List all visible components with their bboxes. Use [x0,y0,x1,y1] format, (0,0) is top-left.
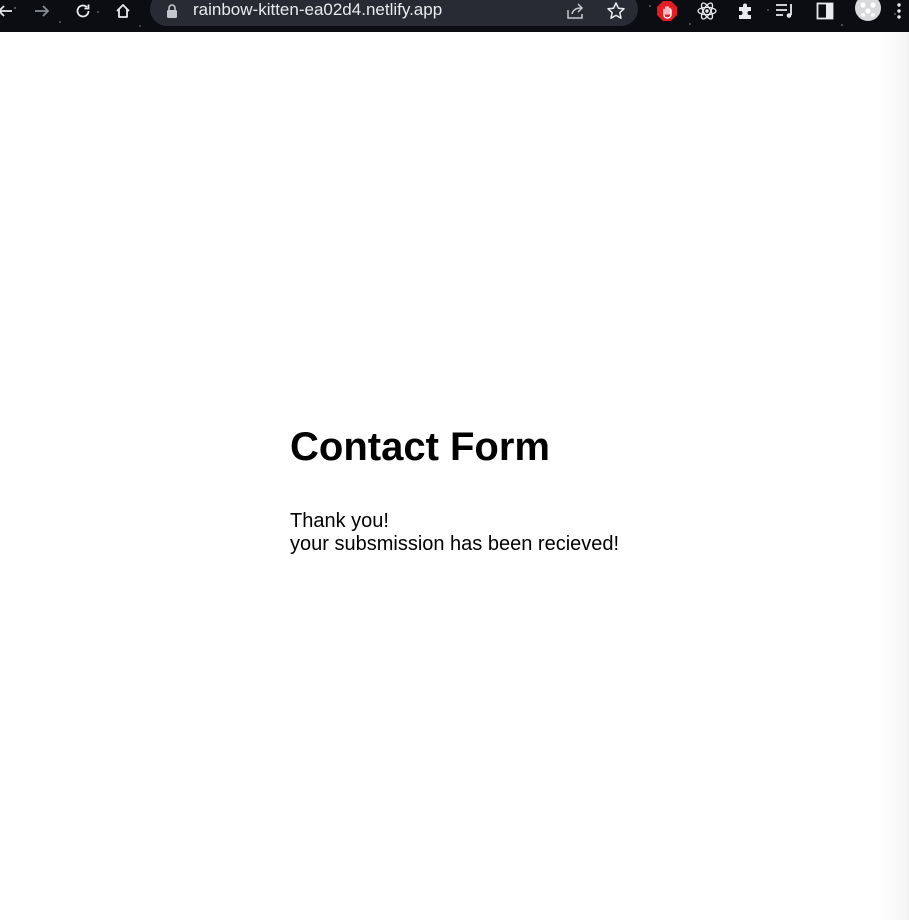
profile-button[interactable] [853,0,883,22]
side-panel-button[interactable] [812,0,838,22]
submission-received-text: your subsmission has been recieved! [290,533,620,555]
back-button[interactable] [0,0,18,22]
media-queue-icon [775,2,795,20]
address-bar[interactable]: rainbow-kitten-ea02d4.netlify.app [150,0,638,26]
confirmation-message: Thank you! your subsmission has been rec… [290,510,790,556]
react-atom-icon [696,0,718,22]
share-icon[interactable] [564,0,588,22]
puzzle-icon [736,1,756,21]
extensions-button[interactable] [733,0,759,22]
reload-icon [74,2,92,20]
media-button[interactable] [772,0,798,22]
forward-button[interactable] [29,0,55,22]
star-icon[interactable] [604,0,628,22]
stop-hand-icon [656,0,678,22]
side-panel-icon [816,2,834,20]
arrow-right-icon [33,2,51,20]
extension-blocker-button[interactable] [654,0,680,22]
lock-icon[interactable] [166,4,178,23]
extension-react-button[interactable] [694,0,720,22]
arrow-left-icon [0,2,14,20]
profile-avatar-icon [854,0,882,25]
browser-menu-button[interactable] [892,0,906,22]
browser-toolbar: rainbow-kitten-ea02d4.netlify.app [0,0,909,32]
url-text[interactable]: rainbow-kitten-ea02d4.netlify.app [193,0,442,20]
page-title: Contact Form [290,425,550,469]
home-button[interactable] [110,0,136,22]
confirmation-content: Contact Form Thank you! your subsmission… [290,424,790,556]
home-icon [114,2,132,20]
scrollbar-shade [879,32,909,920]
reload-button[interactable] [70,0,96,22]
thank-you-text: Thank you! [290,510,389,532]
more-vert-icon [897,2,901,20]
